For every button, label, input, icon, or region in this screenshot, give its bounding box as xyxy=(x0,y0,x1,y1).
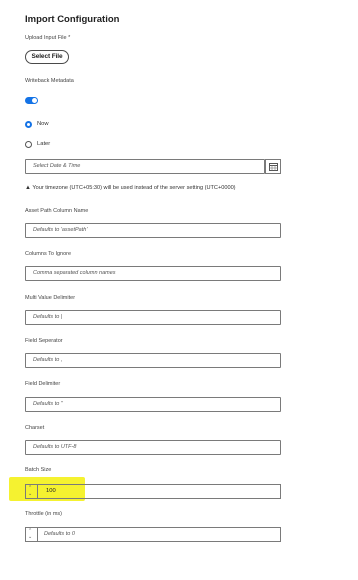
upload-label: Upload Input File * xyxy=(25,35,71,41)
asset-path-label: Asset Path Column Name xyxy=(25,208,89,214)
select-file-button[interactable]: Select File xyxy=(25,50,69,64)
field-delimiter-label: Field Delimiter xyxy=(25,381,61,387)
field-separator-input[interactable]: Defaults to , xyxy=(25,353,281,368)
calendar-button[interactable] xyxy=(265,159,281,174)
writeback-toggle[interactable] xyxy=(25,97,38,104)
warning-icon: ▲ xyxy=(25,185,31,191)
columns-ignore-label: Columns To Ignore xyxy=(25,251,72,257)
timezone-note: ▲ Your timezone (UTC+05:30) will be used… xyxy=(25,185,236,191)
multi-value-label: Multi Value Delimiter xyxy=(25,295,76,301)
throttle-stepper[interactable]: ⌃ ⌄ xyxy=(25,527,37,542)
multi-value-input[interactable]: Defaults to | xyxy=(25,310,281,325)
field-delimiter-input[interactable]: Defaults to " xyxy=(25,397,281,412)
charset-placeholder: Defaults to UTF-8 xyxy=(33,444,77,450)
calendar-icon xyxy=(269,163,278,171)
asset-path-input[interactable]: Defaults to 'assetPath' xyxy=(25,223,281,238)
chevron-down-icon[interactable]: ⌄ xyxy=(28,492,32,497)
batch-size-value: 100 xyxy=(46,488,56,494)
batch-size-label: Batch Size xyxy=(25,467,52,473)
batch-size-input[interactable]: 100 xyxy=(37,484,281,499)
date-time-placeholder: Select Date & Time xyxy=(33,163,81,169)
date-time-input[interactable]: Select Date & Time xyxy=(25,159,265,174)
charset-input[interactable]: Defaults to UTF-8 xyxy=(25,440,281,455)
radio-later[interactable] xyxy=(25,141,32,148)
asset-path-placeholder: Defaults to 'assetPath' xyxy=(33,227,88,233)
radio-now-label: Now xyxy=(37,121,49,127)
throttle-placeholder: Defaults to 0 xyxy=(44,531,75,537)
throttle-input[interactable]: Defaults to 0 xyxy=(37,527,281,542)
field-delimiter-placeholder: Defaults to " xyxy=(33,401,63,407)
batch-size-stepper[interactable]: ⌃ ⌄ xyxy=(25,484,37,499)
field-separator-label: Field Seperator xyxy=(25,338,63,344)
writeback-label: Writeback Metadata xyxy=(25,78,74,84)
toggle-knob xyxy=(32,98,37,103)
radio-later-label: Later xyxy=(37,141,51,147)
radio-now[interactable] xyxy=(25,121,32,128)
field-separator-placeholder: Defaults to , xyxy=(33,357,63,363)
columns-ignore-placeholder: Comma separated column names xyxy=(33,270,116,276)
columns-ignore-input[interactable]: Comma separated column names xyxy=(25,266,281,281)
timezone-note-text: Your timezone (UTC+05:30) will be used i… xyxy=(32,185,236,191)
page-title: Import Configuration xyxy=(25,14,120,25)
charset-label: Charset xyxy=(25,425,45,431)
chevron-down-icon[interactable]: ⌄ xyxy=(28,535,32,540)
multi-value-placeholder: Defaults to | xyxy=(33,314,63,320)
throttle-label: Throttle (in ms) xyxy=(25,511,62,517)
